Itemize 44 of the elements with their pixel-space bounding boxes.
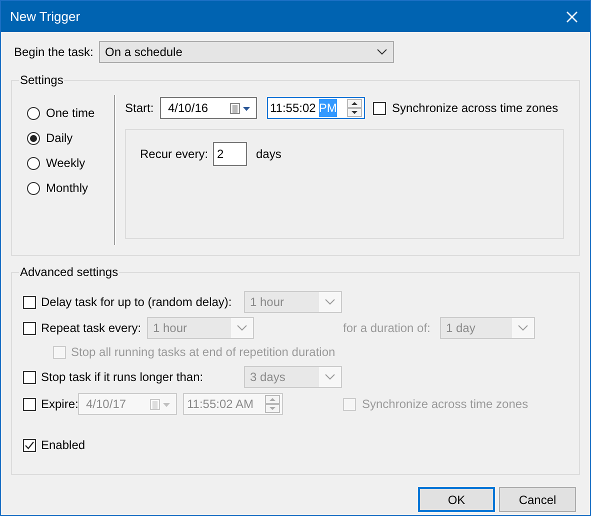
chevron-down-icon (518, 325, 528, 331)
unit-label: days (256, 146, 282, 163)
window-title: New Trigger (9, 8, 80, 26)
checkbox-label: Repeat task every: (41, 320, 142, 337)
dropdown[interactable]: On a schedule (99, 41, 394, 63)
checkbox-label: Stop all running tasks at end of repetition duration (71, 344, 336, 361)
checkbox[interactable] (373, 102, 386, 114)
field-label: for a duration of: (343, 320, 432, 337)
checkbox[interactable] (23, 296, 36, 308)
checkbox-label: Synchronize across time zones (392, 100, 558, 117)
radio-button[interactable] (27, 132, 40, 144)
date-picker[interactable]: 4/10/16 (160, 97, 257, 119)
checkbox[interactable] (23, 322, 36, 334)
checkbox[interactable] (23, 370, 36, 384)
radio-option[interactable]: Weekly (27, 156, 114, 170)
chevron-down-icon (325, 374, 335, 380)
checkbox-label: Synchronize across time zones (362, 396, 528, 413)
chevron-down-icon (325, 299, 335, 305)
close-icon (566, 10, 578, 22)
checkbox[interactable] (23, 438, 36, 452)
radio-option[interactable]: One time (27, 106, 114, 120)
calendar-icon (150, 398, 172, 410)
spin-buttons-icon (347, 99, 362, 117)
checkbox-label: Delay task for up to (random delay): (41, 294, 233, 311)
field-label: Recur every: (140, 146, 210, 163)
time-field[interactable]: 11:55:02 PM (267, 97, 365, 119)
dialog-button[interactable]: Cancel (499, 487, 576, 512)
radio-button[interactable] (27, 106, 40, 120)
checkbox[interactable] (23, 398, 36, 410)
checkbox-label: Expire: (41, 396, 78, 413)
radio-option[interactable]: Monthly (27, 181, 114, 195)
chevron-down-icon (377, 49, 387, 55)
dialog-button[interactable]: OK (418, 487, 495, 512)
chevron-down-icon (237, 325, 247, 331)
input-field[interactable]: 2 (213, 142, 247, 166)
radio-button[interactable] (27, 156, 40, 170)
spin-buttons-icon (265, 395, 280, 413)
calendar-icon (230, 102, 252, 114)
field-label: Begin the task: (14, 44, 94, 61)
radio-option[interactable]: Daily (27, 131, 114, 145)
checkbox-label: Enabled (41, 437, 86, 454)
field-label: Start: (125, 100, 155, 117)
radio-button[interactable] (27, 182, 40, 194)
checkbox-label: Stop task if it runs longer than: (41, 369, 204, 386)
